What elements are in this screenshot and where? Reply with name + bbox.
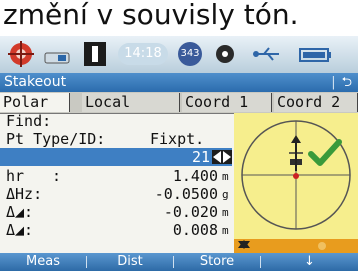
store-softkey[interactable]: Store [174, 253, 260, 271]
delta-hz-label: ΔHz: [6, 185, 43, 203]
back-button[interactable]: | ⮌ [331, 73, 352, 92]
level-bubble-icon [44, 52, 70, 64]
hr-separator: : [52, 167, 62, 185]
tab-polar[interactable]: Polar [0, 93, 70, 112]
scroll-down-softkey[interactable]: ↓ [261, 253, 358, 271]
gear-icon [216, 45, 234, 63]
meas-softkey[interactable]: Meas [0, 253, 86, 271]
target-crosshair-icon [234, 113, 358, 253]
tab-local[interactable]: Local [82, 93, 180, 112]
pt-type-label: Pt Type/ID: [6, 130, 106, 148]
delta-hz-unit: g [222, 188, 229, 201]
window-title: Stakeout [4, 74, 67, 90]
delta-height-label: Δ◢: [6, 221, 34, 239]
hr-value[interactable]: 1.400 [130, 168, 218, 185]
check-icon [308, 139, 342, 166]
pt-type-value[interactable]: Fixpt. [150, 131, 230, 148]
tab-bar: Polar Local Coord 1 Coord 2 [0, 92, 358, 114]
dist-softkey[interactable]: Dist [87, 253, 173, 271]
status-bar: 14:18 343 [0, 36, 358, 73]
usb-icon [253, 47, 279, 61]
time-display: 14:18 [118, 43, 168, 65]
hr-unit: m [222, 170, 229, 183]
page-caption-text: změní v souvisly tón. [0, 0, 358, 40]
hr-label: hr [6, 167, 25, 185]
find-label: Find: [6, 112, 52, 130]
list-arrows-icon[interactable] [212, 150, 232, 164]
window-title-bar: Stakeout | ⮌ [0, 73, 358, 92]
delta-distance-unit: m [222, 206, 229, 219]
softkey-bar: Meas Dist Store ↓ [0, 253, 358, 271]
compass-icon [8, 41, 34, 67]
back-arrow-icon: ⮌ [341, 75, 352, 90]
battery-icon [299, 48, 331, 62]
delta-height-unit: m [222, 224, 229, 237]
tab-coord-1[interactable]: Coord 1 [182, 93, 272, 112]
stakeout-graphic [234, 113, 358, 253]
tab-coord-2[interactable]: Coord 2 [274, 93, 358, 112]
delta-distance-value: -0.020 [163, 203, 218, 221]
delta-distance-label: Δ◢: [6, 203, 34, 221]
delta-height-value: 0.008 [172, 221, 218, 239]
satellite-count-badge: 343 [178, 42, 202, 66]
instrument-icon [84, 42, 106, 66]
point-id-value: 21 [191, 148, 210, 166]
delta-hz-value: -0.0500 [154, 185, 218, 203]
